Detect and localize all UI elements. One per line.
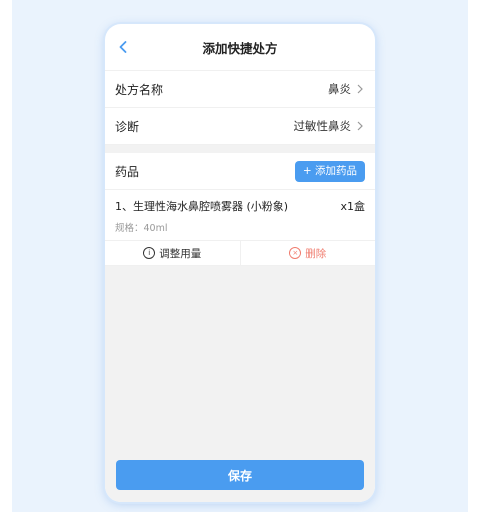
phone-screen: 添加快捷处方 处方名称 鼻炎 诊断 过敏性鼻炎 药品 + 添加药品 1、生理性海… xyxy=(105,24,375,502)
left-edge-panel xyxy=(0,0,12,512)
chevron-left-icon xyxy=(119,38,127,57)
section-divider xyxy=(105,145,375,153)
diagnosis-value-group: 过敏性鼻炎 xyxy=(294,118,366,134)
medicine-section-header: 药品 + 添加药品 xyxy=(105,153,375,190)
prescription-name-label: 处方名称 xyxy=(115,82,164,97)
list-item: 1、生理性海水鼻腔喷雾器 (小粉象) x1盒 规格：40ml xyxy=(105,190,375,241)
adjust-dosage-button[interactable]: i 调整用量 xyxy=(105,241,241,265)
nav-bar: 添加快捷处方 xyxy=(105,24,375,71)
medicine-quantity: x1盒 xyxy=(340,200,365,213)
delete-label: 删除 xyxy=(305,247,327,260)
adjust-dosage-label: 调整用量 xyxy=(159,247,202,260)
prescription-name-value: 鼻炎 xyxy=(328,82,351,96)
diagnosis-row[interactable]: 诊断 过敏性鼻炎 xyxy=(105,108,375,145)
prescription-name-value-group: 鼻炎 xyxy=(328,81,365,97)
medicine-section-title: 药品 xyxy=(115,164,140,179)
chevron-right-icon xyxy=(357,121,365,131)
empty-content-area xyxy=(105,266,375,466)
right-edge-panel xyxy=(468,0,480,512)
medicine-name: 1、生理性海水鼻腔喷雾器 (小粉象) xyxy=(115,200,289,213)
prescription-name-row[interactable]: 处方名称 鼻炎 xyxy=(105,71,375,108)
medicine-info-line: 1、生理性海水鼻腔喷雾器 (小粉象) x1盒 xyxy=(115,198,365,214)
info-icon: i xyxy=(143,247,156,259)
close-circle-icon: × xyxy=(289,247,302,259)
diagnosis-label: 诊断 xyxy=(115,119,140,134)
delete-button[interactable]: × 删除 xyxy=(241,241,376,265)
page-title: 添加快捷处方 xyxy=(202,40,278,56)
save-button[interactable]: 保存 xyxy=(116,460,364,490)
footer-bar: 保存 xyxy=(105,456,375,502)
add-medicine-button[interactable]: + 添加药品 xyxy=(294,160,365,182)
diagnosis-value: 过敏性鼻炎 xyxy=(293,119,352,133)
back-button[interactable] xyxy=(113,37,133,57)
medicine-spec: 规格：40ml xyxy=(115,223,168,234)
medicine-actions: i 调整用量 × 删除 xyxy=(105,241,375,266)
chevron-right-icon xyxy=(357,84,365,94)
